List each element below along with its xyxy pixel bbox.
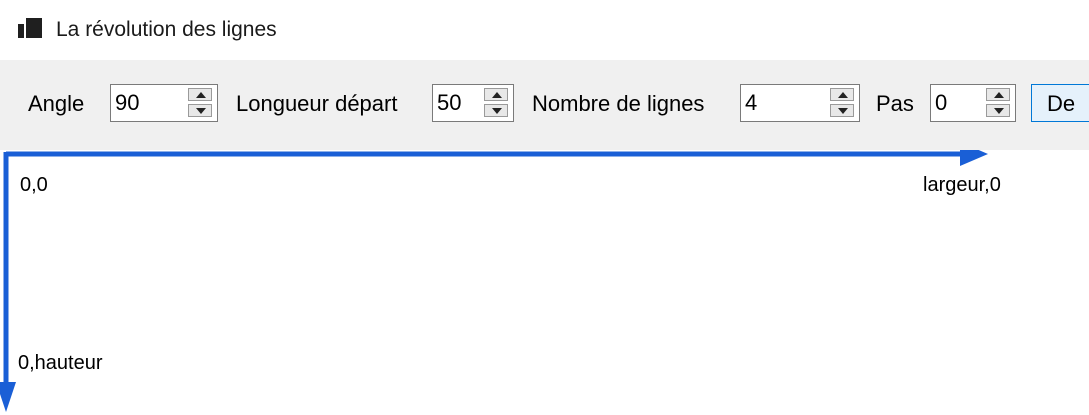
arrow-up-icon <box>492 92 502 98</box>
length-stepper-buttons[interactable] <box>484 88 510 118</box>
lines-count-decrement-button[interactable] <box>830 104 854 117</box>
angle-label: Angle <box>28 91 85 116</box>
length-decrement-button[interactable] <box>484 104 508 117</box>
lines-count-increment-button[interactable] <box>830 88 854 101</box>
length-input[interactable]: 50 <box>437 89 461 117</box>
angle-stepper[interactable]: 90 <box>110 84 218 122</box>
step-increment-button[interactable] <box>986 88 1010 101</box>
y-axis-arrowhead <box>0 382 16 412</box>
drawing-canvas[interactable]: 0,0 largeur,0 0,hauteur <box>0 150 1089 415</box>
toolbar: Angle 90 Longueur départ 50 Nombre de li… <box>0 60 1089 150</box>
draw-button[interactable]: De <box>1031 84 1089 122</box>
angle-stepper-buttons[interactable] <box>188 88 214 118</box>
origin-label: 0,0 <box>20 174 48 196</box>
length-increment-button[interactable] <box>484 88 508 101</box>
title-bar: La révolution des lignes <box>0 0 1089 60</box>
length-label: Longueur départ <box>236 91 398 116</box>
arrow-up-icon <box>838 92 848 98</box>
step-decrement-button[interactable] <box>986 104 1010 117</box>
step-label: Pas <box>876 91 914 116</box>
length-stepper[interactable]: 50 <box>432 84 514 122</box>
angle-increment-button[interactable] <box>188 88 212 101</box>
lines-count-stepper-buttons[interactable] <box>830 88 856 118</box>
window-title: La révolution des lignes <box>56 18 277 41</box>
angle-decrement-button[interactable] <box>188 104 212 117</box>
arrow-down-icon <box>492 108 502 114</box>
angle-input[interactable]: 90 <box>115 89 139 117</box>
draw-button-label: De <box>1047 91 1076 116</box>
step-stepper[interactable]: 0 <box>930 84 1016 122</box>
arrow-up-icon <box>994 92 1004 98</box>
step-input[interactable]: 0 <box>935 89 947 117</box>
height-corner-label: 0,hauteur <box>18 352 103 374</box>
arrow-up-icon <box>196 92 206 98</box>
arrow-down-icon <box>994 108 1004 114</box>
arrow-down-icon <box>196 108 206 114</box>
step-stepper-buttons[interactable] <box>986 88 1012 118</box>
lines-count-input[interactable]: 4 <box>745 89 757 117</box>
x-axis-arrowhead <box>960 150 988 166</box>
width-corner-label: largeur,0 <box>923 174 1001 196</box>
app-window-icon <box>18 18 42 38</box>
lines-count-stepper[interactable]: 4 <box>740 84 860 122</box>
arrow-down-icon <box>838 108 848 114</box>
lines-count-label: Nombre de lignes <box>532 91 705 116</box>
